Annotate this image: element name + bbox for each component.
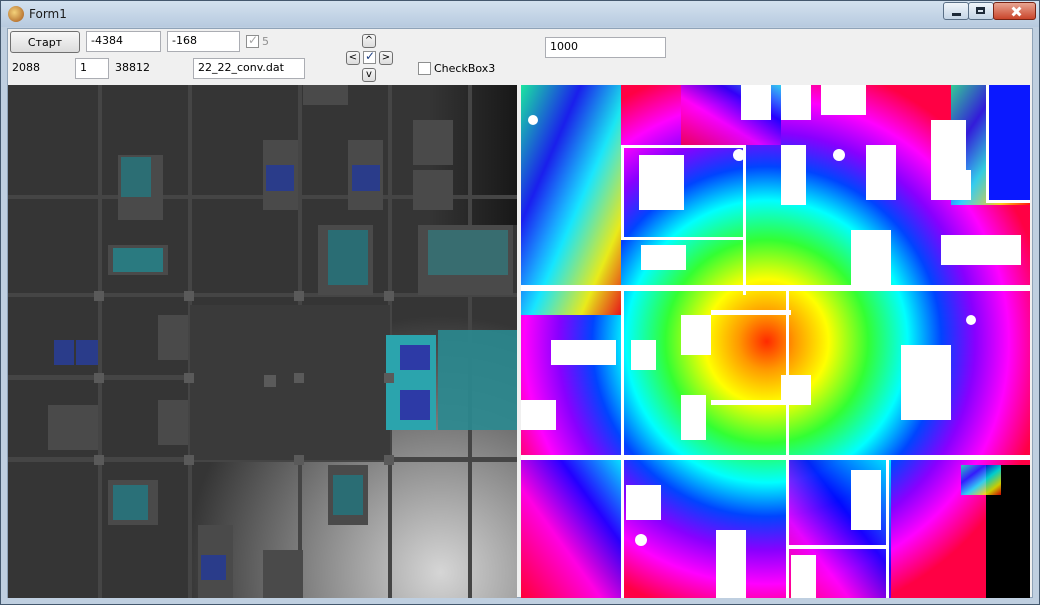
step-field[interactable]: 1 bbox=[75, 58, 109, 79]
window-title: Form1 bbox=[29, 7, 67, 21]
checkbox-3-label: CheckBox3 bbox=[434, 62, 496, 75]
map-render bbox=[8, 85, 517, 598]
iterations-field[interactable]: 1000 bbox=[545, 37, 666, 58]
nav-right-button[interactable]: > bbox=[379, 51, 393, 65]
distance-field-view[interactable] bbox=[521, 85, 1030, 598]
minimize-button[interactable] bbox=[943, 2, 969, 20]
map-view[interactable] bbox=[8, 85, 517, 598]
checkbox-5[interactable] bbox=[246, 33, 259, 48]
minimize-icon bbox=[944, 3, 968, 19]
close-button[interactable] bbox=[993, 2, 1036, 20]
checkbox-5-label: 5 bbox=[262, 35, 269, 48]
app-icon bbox=[8, 6, 24, 22]
nav-up-button[interactable]: ^ bbox=[362, 34, 376, 48]
close-icon bbox=[994, 3, 1035, 19]
total-label: 38812 bbox=[115, 61, 150, 74]
distance-field-render bbox=[521, 85, 1030, 598]
x-coordinate-field[interactable]: -4384 bbox=[86, 31, 161, 52]
checkbox-3[interactable] bbox=[418, 62, 431, 75]
y-coordinate-field[interactable]: -168 bbox=[167, 31, 240, 52]
start-button[interactable]: Старт bbox=[10, 31, 80, 53]
count-label: 2088 bbox=[12, 61, 40, 74]
nav-center-checkbox[interactable] bbox=[363, 49, 376, 64]
nav-left-button[interactable]: < bbox=[346, 51, 360, 65]
maximize-icon bbox=[969, 3, 993, 19]
maximize-button[interactable] bbox=[968, 2, 994, 20]
file-name-field[interactable]: 22_22_conv.dat bbox=[193, 58, 305, 79]
nav-down-button[interactable]: v bbox=[362, 68, 376, 82]
main-window: Form1 Старт -4384 -168 5 1000 ^ < > v 20… bbox=[0, 0, 1040, 605]
title-bar[interactable]: Form1 bbox=[1, 1, 1039, 27]
